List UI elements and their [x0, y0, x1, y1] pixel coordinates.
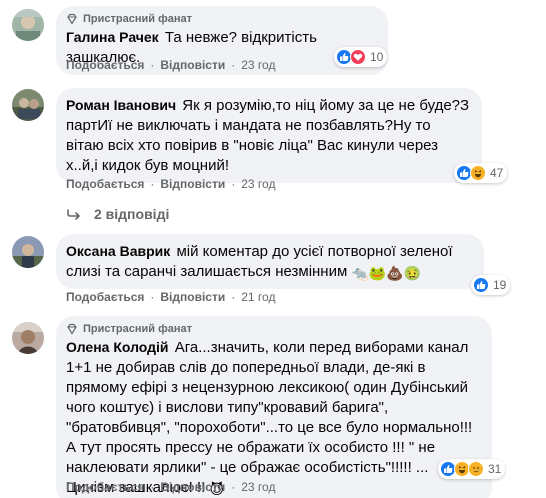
- reaction-summary[interactable]: 47: [454, 163, 508, 183]
- comment-bubble: Оксана Ваврик мій коментар до усієї потв…: [56, 234, 484, 289]
- comment-body: Ага...значить, коли перед виборами канал…: [66, 339, 473, 496]
- fan-badge: Пристрасний фанат: [66, 13, 376, 25]
- commenter-name[interactable]: Оксана Ваврик: [66, 243, 170, 259]
- reply-arrow-icon: [67, 209, 80, 220]
- avatar[interactable]: [12, 9, 44, 41]
- comment-actions: Подобається · Відповісти · 23 год: [66, 177, 275, 191]
- like-link[interactable]: Подобається: [66, 58, 144, 72]
- reply-link[interactable]: Відповісти: [160, 480, 225, 494]
- like-link[interactable]: Подобається: [66, 290, 144, 304]
- reply-link[interactable]: Відповісти: [160, 177, 225, 191]
- fan-badge: Пристрасний фанат: [66, 323, 480, 335]
- reply-link[interactable]: Відповісти: [160, 290, 225, 304]
- separator-dot: ·: [150, 177, 155, 191]
- comment-bubble: Пристрасний фанат Олена Колодій Ага...зн…: [56, 316, 492, 498]
- reaction-summary[interactable]: 31: [438, 459, 506, 479]
- commenter-name[interactable]: Галина Рачек: [66, 29, 159, 45]
- reaction-count: 10: [370, 50, 384, 64]
- love-reaction-icon: [350, 49, 366, 65]
- timestamp[interactable]: 23 год: [241, 58, 275, 72]
- avatar[interactable]: [12, 322, 44, 354]
- avatar[interactable]: [12, 236, 44, 268]
- like-link[interactable]: Подобається: [66, 177, 144, 191]
- separator-dot: ·: [231, 480, 236, 494]
- badge-label: Пристрасний фанат: [83, 13, 192, 25]
- reply-link[interactable]: Відповісти: [160, 58, 225, 72]
- like-reaction-icon: [473, 277, 489, 293]
- separator-dot: ·: [231, 58, 236, 72]
- timestamp[interactable]: 23 год: [241, 177, 275, 191]
- view-replies-link[interactable]: 2 відповіді: [66, 206, 169, 222]
- timestamp[interactable]: 23 год: [241, 480, 275, 494]
- like-link[interactable]: Подобається: [66, 480, 144, 494]
- commenter-name[interactable]: Олена Колодій: [66, 339, 169, 355]
- diamond-icon: [67, 13, 77, 25]
- commenter-name[interactable]: Роман Іванович: [66, 97, 176, 113]
- reaction-summary[interactable]: 10: [334, 47, 388, 67]
- reaction-count: 31: [488, 462, 502, 476]
- reaction-count: 47: [490, 166, 504, 180]
- reaction-count: 19: [493, 278, 507, 292]
- separator-dot: ·: [231, 177, 236, 191]
- comment-actions: Подобається · Відповісти · 23 год: [66, 480, 275, 494]
- reaction-summary[interactable]: 19: [471, 275, 511, 295]
- separator-dot: ·: [150, 480, 155, 494]
- comment-actions: Подобається · Відповісти · 21 год: [66, 290, 275, 304]
- sad-reaction-icon: [468, 461, 484, 477]
- separator-dot: ·: [150, 58, 155, 72]
- comment-text: Олена Колодій Ага...значить, коли перед …: [66, 337, 480, 498]
- timestamp[interactable]: 21 год: [241, 290, 275, 304]
- comment-bubble: Роман Іванович Як я розумію,то ніц йому …: [56, 88, 482, 183]
- comment-text: Оксана Ваврик мій коментар до усієї потв…: [66, 241, 472, 282]
- comment-actions: Подобається · Відповісти · 23 год: [66, 58, 275, 72]
- emoji-sequence: 🐀🐸💩🤢: [351, 265, 422, 281]
- separator-dot: ·: [231, 290, 236, 304]
- separator-dot: ·: [150, 290, 155, 304]
- avatar[interactable]: [12, 89, 44, 121]
- replies-label: 2 відповіді: [94, 206, 170, 222]
- badge-label: Пристрасний фанат: [83, 323, 192, 335]
- haha-reaction-icon: [470, 165, 486, 181]
- comment-text: Роман Іванович Як я розумію,то ніц йому …: [66, 95, 470, 176]
- diamond-icon: [67, 323, 77, 335]
